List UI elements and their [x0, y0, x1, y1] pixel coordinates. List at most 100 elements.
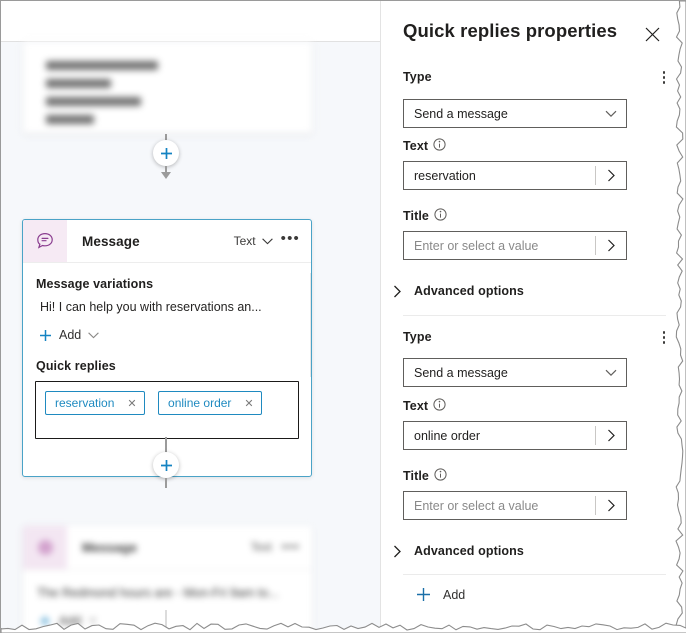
connector-line-bottom [165, 610, 167, 633]
info-icon[interactable] [434, 208, 447, 224]
next-node-body-text: The Redmond hours are - Mon-Fri 9am to..… [37, 586, 279, 600]
connector-arrowhead [161, 172, 171, 179]
next-node-overflow-icon: ••• [281, 537, 300, 554]
chevron-down-icon [596, 110, 626, 118]
text-input-2[interactable]: online order [403, 421, 627, 450]
message-node-type-selector[interactable]: Text [234, 234, 273, 248]
chevron-down-icon [88, 331, 100, 338]
canvas-panel-divider [380, 1, 381, 633]
quick-replies-label: Quick replies [36, 359, 116, 373]
message-node-overflow-button[interactable]: ••• [281, 231, 300, 249]
message-variations-label: Message variations [36, 277, 154, 291]
type-dropdown-2[interactable]: Send a message [403, 358, 627, 387]
expand-formula-icon[interactable] [596, 429, 626, 442]
plus-icon [40, 329, 51, 341]
ghost-line [46, 79, 111, 88]
expand-formula-icon[interactable] [596, 239, 626, 252]
screenshot-root: Message Text ••• Message variations Hi! … [0, 0, 686, 633]
advanced-options-label-1: Advanced options [414, 284, 524, 298]
title-input-value-1: Enter or select a value [414, 238, 539, 253]
add-variation-button[interactable]: Add [23, 314, 311, 342]
authoring-canvas-region: Message Text ••• Message variations Hi! … [1, 1, 381, 633]
add-node-button-upper[interactable] [153, 140, 179, 166]
previous-node-blurred[interactable] [23, 42, 312, 133]
text-label-text-1: Text [403, 139, 429, 153]
plus-icon [417, 588, 430, 601]
section-overflow-button-1[interactable] [662, 71, 665, 84]
chevron-right-icon [394, 285, 401, 297]
section-divider [403, 315, 666, 316]
chevron-down-icon [261, 237, 273, 244]
type-dropdown-value-1: Send a message [414, 106, 508, 121]
add-node-button-lower[interactable] [153, 452, 179, 478]
expand-formula-icon[interactable] [596, 169, 626, 182]
remove-chip-icon[interactable]: ✕ [127, 397, 136, 410]
quick-reply-chip-label: online order [168, 396, 232, 410]
ghost-line [46, 97, 141, 106]
type-dropdown-1[interactable]: Send a message [403, 99, 627, 128]
section-overflow-button-2[interactable] [662, 331, 665, 344]
next-node-add-button: Add ˅ [23, 600, 312, 628]
chevron-right-icon [394, 545, 401, 557]
type-dropdown-value-2: Send a message [414, 365, 508, 380]
plus-icon [39, 615, 51, 627]
message-variation-text[interactable]: Hi! I can help you with reservations an.… [23, 291, 311, 314]
next-node-header: Message Text ••• [23, 526, 312, 570]
page-title: Quick replies properties [403, 20, 618, 41]
info-icon[interactable] [434, 468, 447, 484]
text-input-value-1: reservation [414, 168, 476, 183]
quick-reply-chip[interactable]: reservation ✕ [45, 391, 145, 415]
message-node-body: Message variations Hi! I can help you wi… [23, 263, 311, 439]
text-input-1[interactable]: reservation [403, 161, 627, 190]
close-button[interactable] [639, 21, 665, 47]
chevron-down-icon [596, 369, 626, 377]
text-label-text-2: Text [403, 399, 429, 413]
plus-icon [160, 459, 172, 471]
title-input-value-2: Enter or select a value [414, 498, 539, 513]
type-label-2: Type [403, 330, 432, 344]
add-quick-reply-label: Add [443, 587, 466, 602]
title-label-text-2: Title [403, 469, 429, 483]
quick-replies-properties-panel: Quick replies properties Type Send a mes… [382, 1, 686, 633]
title-label-1: Title [403, 208, 447, 224]
title-input-2[interactable]: Enter or select a value [403, 491, 627, 520]
advanced-options-label-2: Advanced options [414, 544, 524, 558]
add-variation-label: Add [59, 328, 82, 342]
remove-chip-icon[interactable]: ✕ [244, 397, 253, 410]
message-bubble-icon [23, 220, 67, 262]
next-node-add-label: Add [59, 614, 82, 628]
title-input-1[interactable]: Enter or select a value [403, 231, 627, 260]
title-label-2: Title [403, 468, 447, 484]
text-input-value-2: online order [414, 428, 481, 443]
text-label-2: Text [403, 398, 446, 414]
message-bubble-icon [23, 526, 67, 569]
next-node-title: Message [82, 540, 137, 555]
advanced-options-toggle-2[interactable]: Advanced options [393, 544, 524, 558]
quick-replies-box[interactable]: reservation ✕ online order ✕ [35, 381, 299, 439]
plus-icon [160, 147, 172, 159]
message-node-type-label: Text [233, 234, 256, 248]
next-node-blurred[interactable]: Message Text ••• The Redmond hours are -… [23, 526, 312, 633]
type-label-1: Type [403, 70, 432, 84]
canvas-surface[interactable]: Message Text ••• Message variations Hi! … [1, 42, 381, 633]
text-label-1: Text [403, 138, 446, 154]
add-section-divider [403, 574, 666, 575]
message-node[interactable]: Message Text ••• Message variations Hi! … [22, 219, 312, 477]
ghost-line [46, 115, 94, 124]
quick-reply-chip[interactable]: online order ✕ [158, 391, 262, 415]
title-label-text-1: Title [403, 209, 429, 223]
node-inner-divider [310, 273, 311, 377]
canvas-toolbar [1, 1, 381, 42]
quick-reply-chip-label: reservation [55, 396, 115, 410]
message-bubble-glyph [37, 232, 53, 249]
next-node-type-label: Text [250, 541, 272, 554]
add-quick-reply-button[interactable]: Add [416, 587, 465, 602]
info-icon[interactable] [433, 138, 446, 154]
info-icon[interactable] [433, 398, 446, 414]
ghost-line [46, 61, 158, 70]
message-bubble-glyph [37, 540, 53, 555]
expand-formula-icon[interactable] [596, 499, 626, 512]
message-node-title: Message [82, 233, 140, 249]
advanced-options-toggle-1[interactable]: Advanced options [393, 284, 524, 298]
close-icon [645, 27, 659, 41]
